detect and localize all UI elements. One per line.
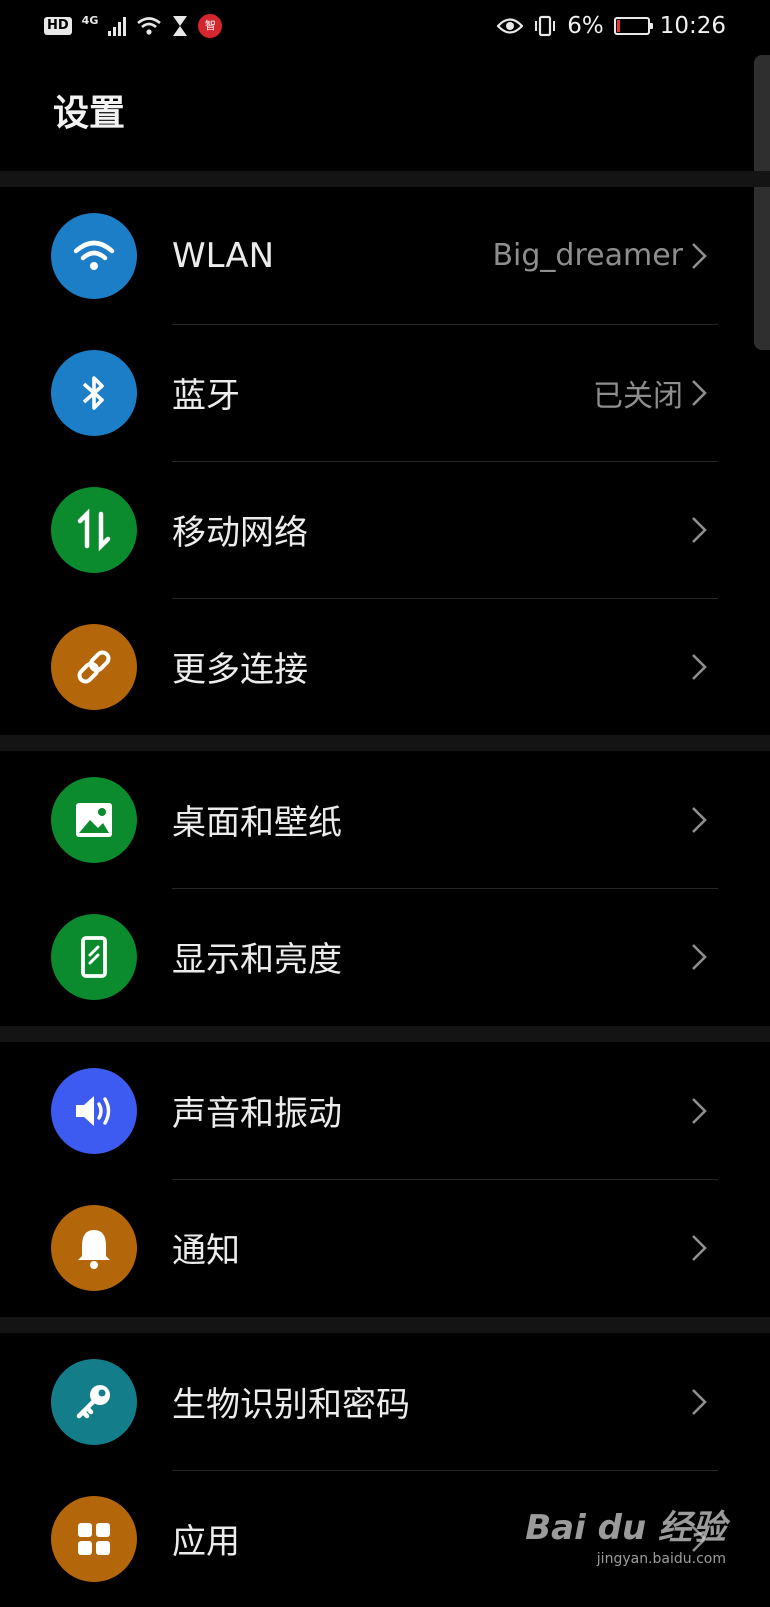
link-icon [51, 623, 137, 710]
setting-label: 通知 [172, 1231, 240, 1271]
status-bar: HD 4G 智 6% 10:26 [0, 0, 770, 52]
setting-row-bluetooth[interactable]: 蓝牙 已关闭 [0, 324, 740, 461]
bluetooth-icon [51, 349, 137, 436]
setting-row-sound[interactable]: 声音和振动 [0, 1042, 740, 1179]
hd-badge: HD [44, 17, 72, 35]
eye-icon [497, 18, 524, 34]
battery-icon [613, 17, 653, 35]
chevron-right-icon [692, 943, 707, 970]
group-separator [0, 1026, 770, 1042]
setting-value: 已关闭 [593, 378, 683, 414]
display-icon [51, 913, 137, 1000]
setting-label: 显示和亮度 [172, 940, 342, 980]
chevron-right-icon [692, 379, 707, 406]
chevron-right-icon [692, 242, 707, 269]
setting-row-wlan[interactable]: WLAN Big_dreamer [0, 187, 740, 324]
clock: 10:26 [659, 13, 726, 39]
setting-label: 生物识别和密码 [172, 1385, 410, 1425]
setting-value: Big_dreamer [492, 238, 683, 273]
page-title: 设置 [53, 93, 126, 134]
battery-percent: 6% [567, 13, 604, 39]
setting-label: 声音和振动 [172, 1094, 342, 1134]
chevron-right-icon [692, 516, 707, 543]
group-separator [0, 171, 770, 187]
setting-label: 桌面和壁纸 [172, 803, 342, 843]
watermark-brand: Bai du 经验 [525, 1508, 726, 1548]
group-separator [0, 1317, 770, 1333]
setting-row-wallpaper[interactable]: 桌面和壁纸 [0, 751, 740, 888]
bell-icon [51, 1204, 137, 1291]
setting-row-mobile-network[interactable]: 移动网络 [0, 461, 740, 598]
chevron-right-icon [692, 1234, 707, 1261]
watermark: Bai du 经验 jingyan.baidu.com [525, 1500, 726, 1567]
wallpaper-icon [51, 776, 137, 863]
setting-label: 蓝牙 [172, 376, 240, 416]
signal-icon [108, 16, 127, 36]
hourglass-icon [173, 16, 188, 36]
wifi-icon [51, 212, 137, 299]
app-notification-icon: 智 [198, 14, 223, 38]
key-icon [51, 1358, 137, 1445]
group-separator [0, 735, 770, 751]
setting-label: 应用 [172, 1522, 240, 1562]
setting-row-display[interactable]: 显示和亮度 [0, 888, 740, 1025]
chevron-right-icon [692, 1097, 707, 1124]
scrollbar[interactable] [754, 55, 770, 350]
chevron-right-icon [692, 1388, 707, 1415]
sound-icon [51, 1067, 137, 1154]
mobile-data-icon [51, 486, 137, 573]
vibrate-icon [535, 15, 556, 37]
setting-row-notifications[interactable]: 通知 [0, 1179, 740, 1316]
chevron-right-icon [692, 653, 707, 680]
apps-icon [51, 1495, 137, 1582]
chevron-right-icon [692, 806, 707, 833]
setting-label: 移动网络 [172, 513, 308, 553]
setting-row-more-connections[interactable]: 更多连接 [0, 598, 740, 735]
network-type: 4G [81, 13, 99, 27]
wifi-status-icon [137, 17, 162, 35]
setting-row-biometrics[interactable]: 生物识别和密码 [0, 1333, 740, 1470]
setting-label: 更多连接 [172, 650, 308, 690]
watermark-url: jingyan.baidu.com [596, 1551, 726, 1567]
setting-label: WLAN [172, 235, 275, 276]
